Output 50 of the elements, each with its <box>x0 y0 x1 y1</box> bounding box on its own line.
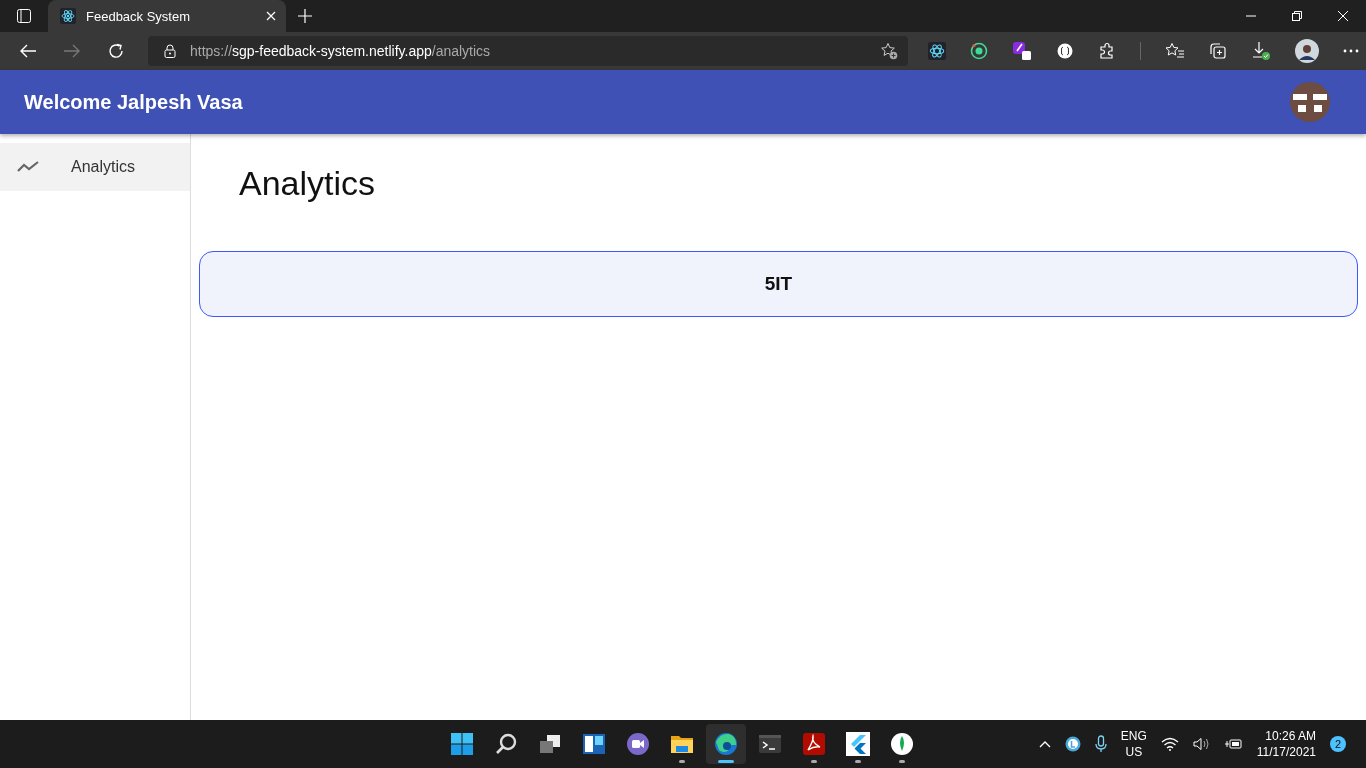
collections-icon[interactable] <box>1209 42 1227 60</box>
tab-actions-icon[interactable] <box>16 8 32 24</box>
favorites-icon[interactable] <box>1165 42 1185 60</box>
more-icon[interactable] <box>1343 49 1359 53</box>
pen-icon[interactable] <box>1012 41 1032 61</box>
page-heading: Analytics <box>239 164 377 203</box>
add-favorite-icon[interactable] <box>880 42 898 60</box>
address-bar[interactable]: https://sgp-feedback-system.netlify.app/analytics <box>148 36 908 66</box>
search-icon <box>494 732 518 756</box>
windows-logo-icon <box>450 732 474 756</box>
clock[interactable]: 10:26 AM 11/17/2021 <box>1256 728 1316 760</box>
target-icon[interactable] <box>970 42 988 60</box>
forward-arrow-icon[interactable] <box>63 43 81 59</box>
user-avatar-icon[interactable] <box>1290 82 1330 122</box>
panels-icon <box>582 732 606 756</box>
browser-tab[interactable]: Feedback System <box>48 0 286 32</box>
profile-avatar-icon[interactable] <box>1295 39 1319 63</box>
browser-logo-icon <box>714 732 738 756</box>
app-bar-title: Welcome Jalpesh Vasa <box>24 90 243 114</box>
close-icon[interactable] <box>1338 11 1348 21</box>
lock-icon <box>164 44 176 58</box>
battery-charging-icon[interactable] <box>1224 737 1243 751</box>
sidebar-item[interactable]: Analytics <box>0 143 190 191</box>
leaf-icon <box>890 732 914 756</box>
trend-line-icon <box>17 161 39 173</box>
microphone-icon[interactable] <box>1094 735 1107 753</box>
video-chat-icon <box>626 732 650 756</box>
braces-icon[interactable] <box>1056 42 1074 60</box>
url-text: https://sgp-feedback-system.netlify.app/analytics <box>190 43 491 59</box>
notification-badge[interactable]: 2 <box>1330 736 1346 752</box>
restore-icon[interactable] <box>1292 11 1302 21</box>
speaker-icon[interactable] <box>1192 737 1211 751</box>
extensions-icon[interactable] <box>1098 42 1116 60</box>
overlapping-windows-icon <box>538 732 562 756</box>
refresh-icon[interactable] <box>107 42 125 60</box>
close-icon[interactable] <box>266 11 276 21</box>
atom-icon[interactable] <box>928 42 946 60</box>
letter-circle-icon[interactable] <box>1064 736 1081 752</box>
pdf-icon <box>802 732 826 756</box>
new-tab-icon[interactable] <box>298 9 312 23</box>
tab-title: Feedback System <box>86 8 192 24</box>
back-arrow-icon[interactable] <box>19 43 37 59</box>
chevron-logo-icon <box>846 732 870 756</box>
chevron-up-icon[interactable] <box>1038 740 1051 748</box>
language-indicator[interactable]: ENG US <box>1120 728 1147 760</box>
atom-icon <box>60 8 76 24</box>
wifi-icon[interactable] <box>1160 737 1179 751</box>
download-icon[interactable] <box>1251 41 1271 61</box>
class-card[interactable]: 5IT <box>199 251 1358 317</box>
terminal-icon <box>758 732 782 756</box>
